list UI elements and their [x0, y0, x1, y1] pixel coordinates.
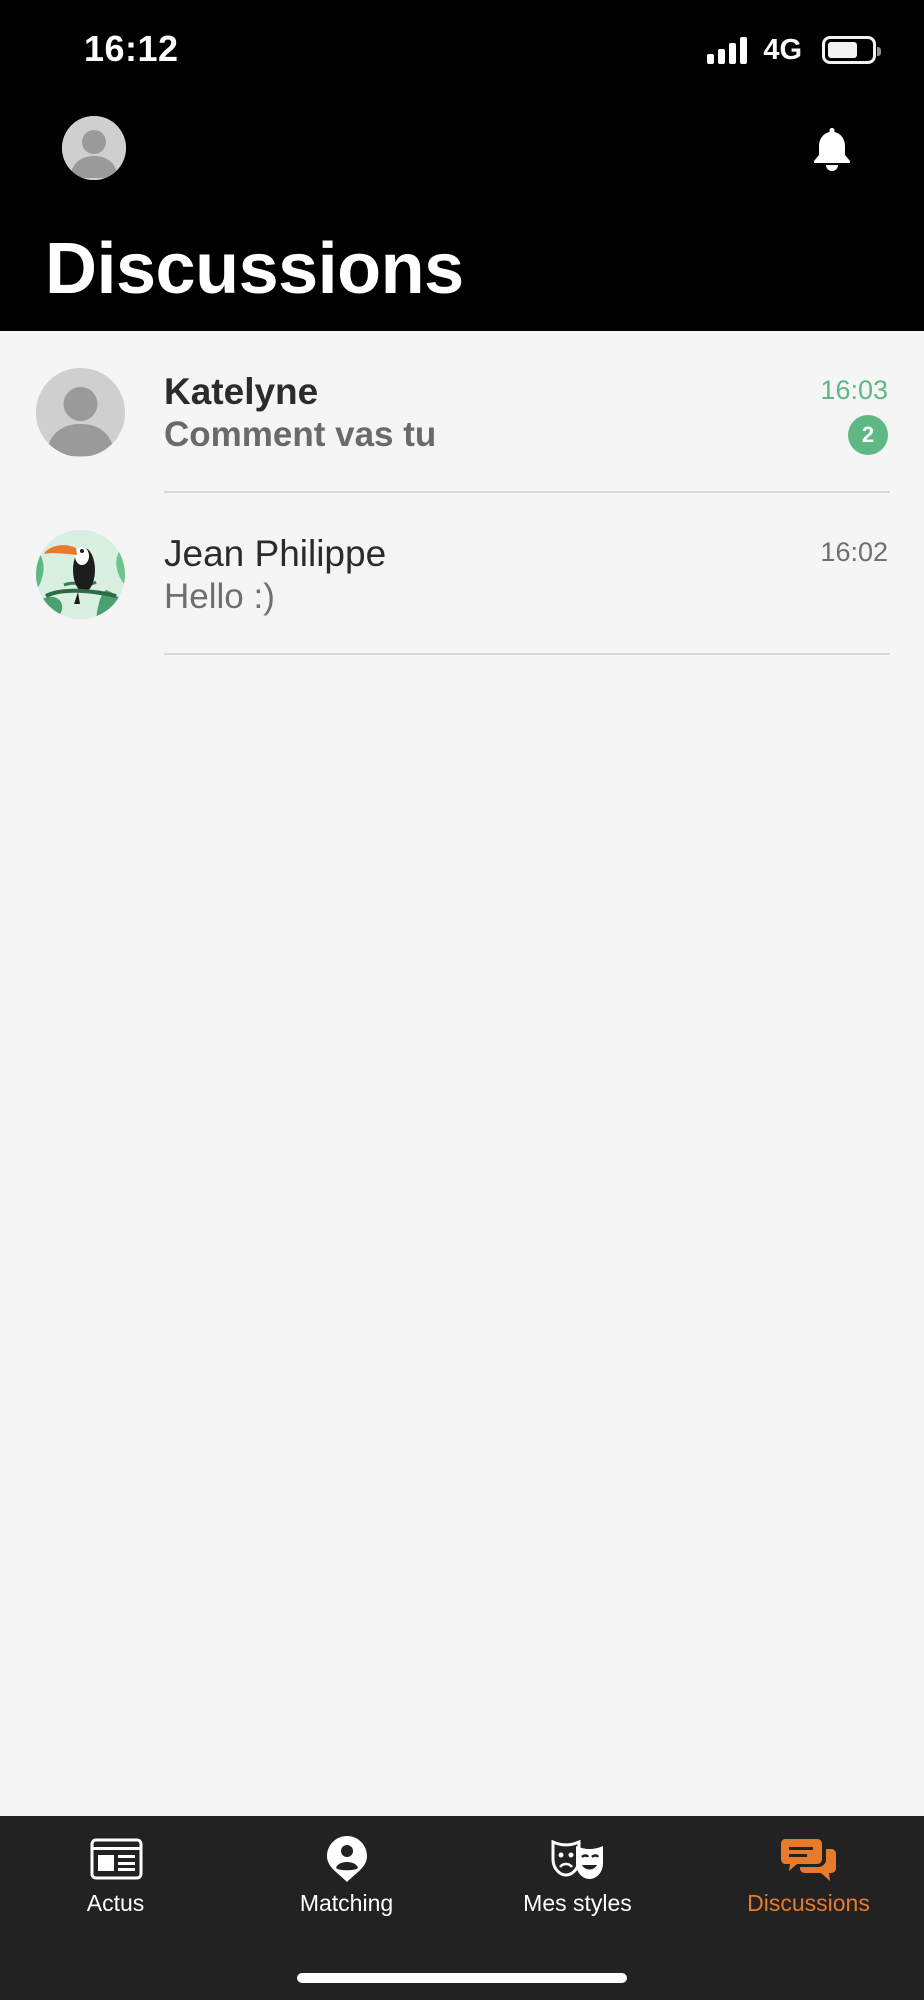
notifications-bell-icon[interactable] [810, 124, 854, 172]
network-type: 4G [763, 33, 802, 66]
tab-actus[interactable]: Actus [0, 1816, 231, 1936]
tab-label: Actus [86, 1890, 145, 1916]
theater-masks-icon [548, 1834, 608, 1884]
home-indicator [297, 1973, 627, 1983]
default-avatar-icon [62, 116, 126, 180]
chat-bubbles-icon [779, 1834, 839, 1884]
conversation-list: Katelyne Comment vas tu 16:03 2 Jean Phi [0, 331, 924, 655]
message-time: 16:02 [820, 537, 888, 567]
tab-label: Mes styles [523, 1890, 632, 1916]
conversation-row[interactable]: Katelyne Comment vas tu 16:03 2 [0, 331, 924, 493]
signal-icon [707, 36, 748, 64]
contact-avatar [36, 368, 125, 457]
unread-badge: 2 [848, 415, 888, 455]
default-avatar-icon [36, 368, 125, 457]
person-pin-icon [317, 1834, 377, 1884]
contact-avatar [36, 530, 125, 619]
status-time: 16:12 [84, 28, 179, 69]
tab-label: Matching [299, 1890, 394, 1916]
tab-discussions[interactable]: Discussions [693, 1816, 924, 1936]
message-preview: Comment vas tu [164, 415, 437, 454]
tab-matching[interactable]: Matching [231, 1816, 462, 1936]
message-time: 16:03 [820, 375, 888, 405]
row-divider [164, 653, 890, 655]
app-header: 16:12 4G Discussions [0, 0, 924, 331]
tab-mes-styles[interactable]: Mes styles [462, 1816, 693, 1936]
message-preview: Hello :) [164, 577, 275, 616]
contact-name: Katelyne [164, 371, 319, 412]
conversation-row[interactable]: Jean Philippe Hello :) 16:02 [0, 493, 924, 655]
page-title: Discussions [45, 229, 464, 309]
profile-avatar-button[interactable] [62, 116, 126, 180]
battery-icon [822, 36, 881, 64]
contact-name: Jean Philippe [164, 533, 387, 574]
status-indicators: 4G [707, 32, 881, 68]
newspaper-icon [86, 1834, 146, 1884]
toucan-avatar-icon [36, 530, 125, 619]
tab-label: Discussions [747, 1890, 870, 1916]
